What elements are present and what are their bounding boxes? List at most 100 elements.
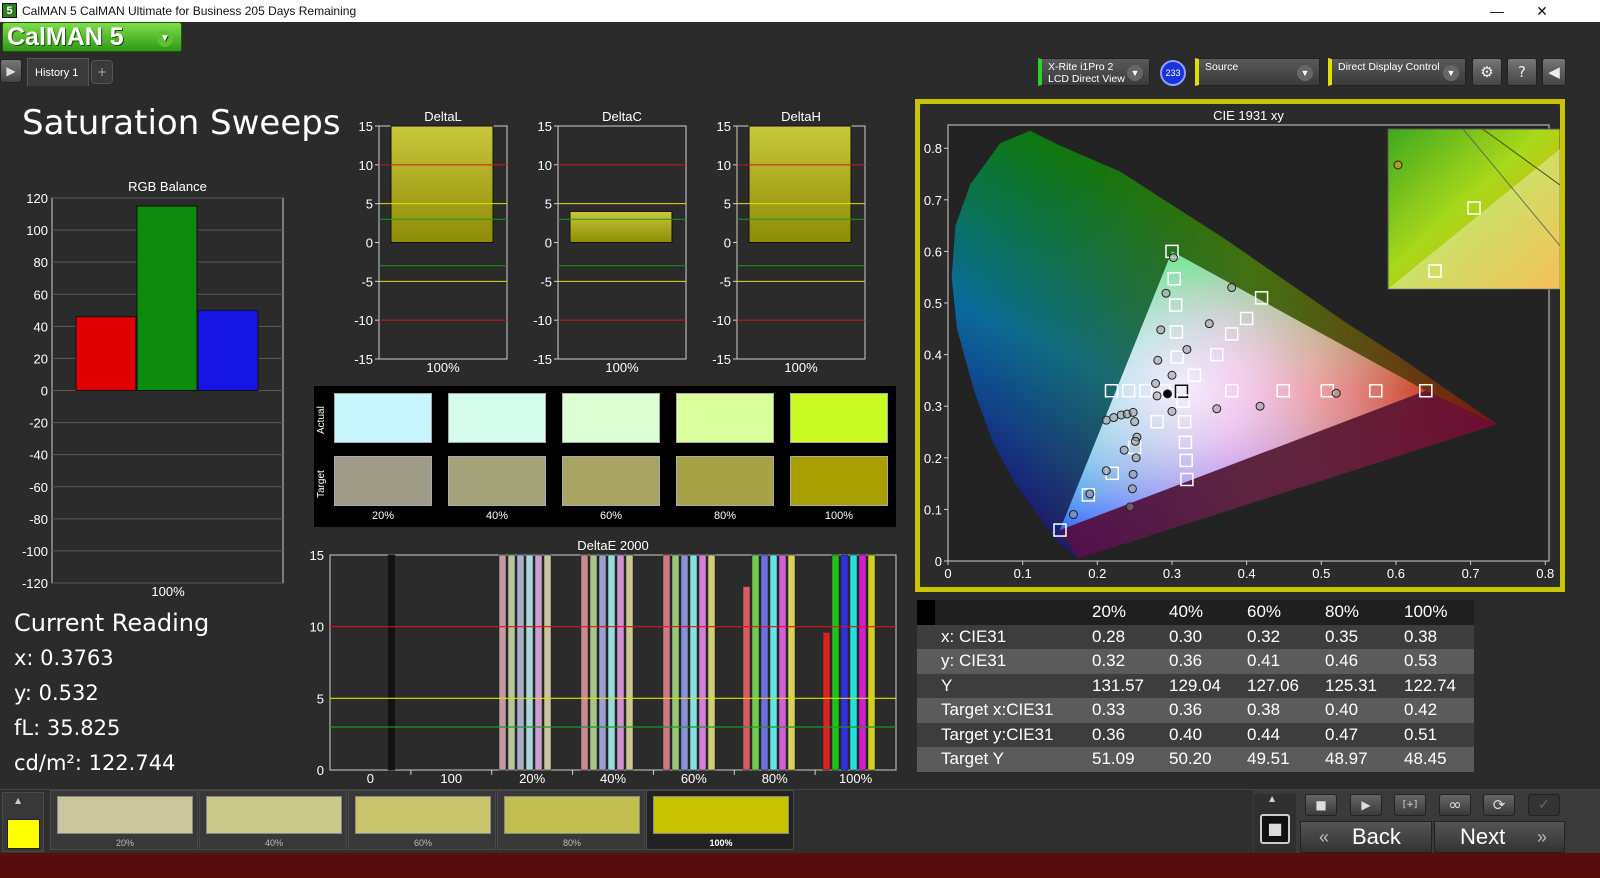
table-cell: 0.44	[1247, 724, 1281, 744]
stop-icon: ■	[1315, 798, 1327, 812]
patch-item[interactable]: 100%	[646, 790, 794, 850]
y-tick-label: 0.1	[924, 502, 942, 517]
measurement-table: 20% 40% 60% 80% 100% x: CIE31 0.28 0.30 0.32 0.35…	[917, 600, 1474, 772]
measured-point	[1168, 253, 1178, 263]
y-tick-label: -80	[29, 512, 48, 527]
window-titlebar: 5 CalMAN 5 CalMAN Ultimate for Business …	[0, 0, 1600, 22]
deltae-bar	[840, 554, 849, 771]
tab-history-1[interactable]: History 1	[27, 58, 89, 86]
rgb-balance-title: RGB Balance	[128, 179, 207, 194]
patch-swatch	[653, 796, 789, 834]
reading-x: x: 0.3763	[14, 646, 114, 670]
patch-swatch	[504, 796, 640, 834]
table-cell: 0.53	[1404, 651, 1438, 670]
table-cell: 0.35	[1325, 626, 1359, 646]
refresh-button[interactable]: ⟳	[1483, 794, 1515, 816]
bracket-icon: [+]	[1402, 800, 1418, 810]
patch-label: 80%	[562, 838, 581, 848]
y-tick-label: 10	[717, 158, 731, 173]
deltae-bar	[831, 554, 840, 771]
table-cell: 0.40	[1325, 700, 1359, 719]
actual-swatch	[676, 393, 774, 443]
y-tick-label: -60	[29, 480, 48, 495]
swatch-label: 20%	[371, 510, 395, 522]
table-cell: 127.06	[1247, 675, 1299, 695]
table-cell: 0.40	[1169, 724, 1203, 744]
deltae-bar	[742, 586, 751, 771]
y-tick-label: 40	[34, 319, 48, 334]
expand-sidebar-button[interactable]: ▶	[0, 59, 22, 83]
settings-button[interactable]: ⚙	[1472, 58, 1502, 86]
table-cell: 48.45	[1404, 749, 1447, 768]
confirm-button[interactable]: ✓	[1528, 794, 1560, 816]
chevron-down-icon: ▼	[1297, 65, 1313, 81]
bar-g	[136, 205, 198, 392]
deltae-bar	[507, 554, 516, 771]
swatch-label: 60%	[599, 510, 623, 522]
y-tick-label: -10	[354, 313, 373, 328]
row-label: Target y:CIE31	[941, 724, 1054, 744]
stop-button[interactable]: ■	[1305, 794, 1337, 816]
play-button[interactable]: ▶	[1350, 794, 1382, 816]
patch-label: 60%	[413, 838, 432, 848]
up-icon[interactable]: ▲	[15, 796, 21, 805]
x-tick-label: 0.4	[1238, 566, 1256, 581]
table-cell: 0.28	[1092, 626, 1126, 646]
y-tick-label: 15	[538, 119, 552, 134]
row-label: Target Y	[941, 749, 1005, 768]
measured-point	[1131, 453, 1141, 463]
continuous-button[interactable]: ∞	[1439, 794, 1471, 816]
table-cell: 0.47	[1325, 724, 1359, 744]
read-series-button[interactable]: [+]	[1394, 794, 1426, 816]
display-selector[interactable]: Direct Display Control ▼	[1328, 58, 1466, 86]
deltae-bar	[867, 554, 876, 771]
stop-icon: ■	[1267, 819, 1283, 838]
y-tick-label: -10	[712, 313, 731, 328]
y-tick-label: -15	[712, 352, 731, 367]
up-icon[interactable]: ▲	[1269, 794, 1275, 803]
measured-point	[1125, 502, 1135, 512]
chevron-down-icon: ▼	[1443, 65, 1459, 81]
add-tab-button[interactable]: +	[91, 60, 113, 84]
patch-item[interactable]: 40%	[199, 790, 347, 850]
table-row: Target Y 51.09 50.20 49.51 48.97 48.45	[917, 747, 1474, 772]
deltae-bar	[516, 554, 525, 771]
y-tick-label: -5	[719, 274, 731, 289]
delta-chart-title: DeltaC	[602, 109, 642, 124]
deltae-bar	[387, 554, 396, 771]
x-tick-label: 0.3	[1163, 566, 1181, 581]
deltae-bar	[534, 554, 543, 771]
actual-swatch	[448, 393, 546, 443]
deltae-bar	[769, 554, 778, 771]
meter-badge[interactable]: 233	[1160, 60, 1186, 86]
column-header: 20%	[1092, 602, 1127, 621]
bar-b	[197, 309, 259, 392]
patch-swatch	[355, 796, 491, 834]
column-header: 100%	[1404, 602, 1448, 621]
deltae-bar	[607, 554, 616, 771]
y-tick-label: -100	[22, 544, 48, 559]
next-button[interactable]: Next »	[1434, 821, 1565, 853]
reading-cdm2: cd/m²: 122.744	[14, 751, 176, 775]
row-label: Y	[941, 675, 953, 695]
y-tick-label: 10	[538, 158, 552, 173]
help-button[interactable]: ?	[1507, 58, 1537, 86]
close-button[interactable]: ✕	[1528, 1, 1556, 21]
delta-chart-title: DeltaL	[424, 109, 462, 124]
collapse-panel-button[interactable]: ◀	[1542, 58, 1566, 86]
calman-logo-menu[interactable]: CalMAN 5 ▼	[2, 22, 182, 52]
taskbar-strip	[0, 853, 1600, 878]
patch-item[interactable]: 60%	[348, 790, 496, 850]
deltae-bar	[616, 554, 625, 771]
patch-item[interactable]: 80%	[497, 790, 645, 850]
record-button[interactable]: ■	[1260, 814, 1290, 844]
column-header: 60%	[1247, 602, 1282, 621]
x-tick-label: 80%	[762, 771, 788, 786]
y-tick-label: 0	[366, 236, 373, 251]
patch-item[interactable]: 20%	[50, 790, 198, 850]
back-button[interactable]: « Back	[1300, 821, 1432, 853]
measured-point	[1068, 510, 1078, 520]
deltae-bar	[625, 554, 634, 771]
source-selector[interactable]: Source ▼	[1195, 58, 1320, 86]
meter-selector[interactable]: X-Rite i1Pro 2 LCD Direct View ▼	[1038, 58, 1150, 86]
